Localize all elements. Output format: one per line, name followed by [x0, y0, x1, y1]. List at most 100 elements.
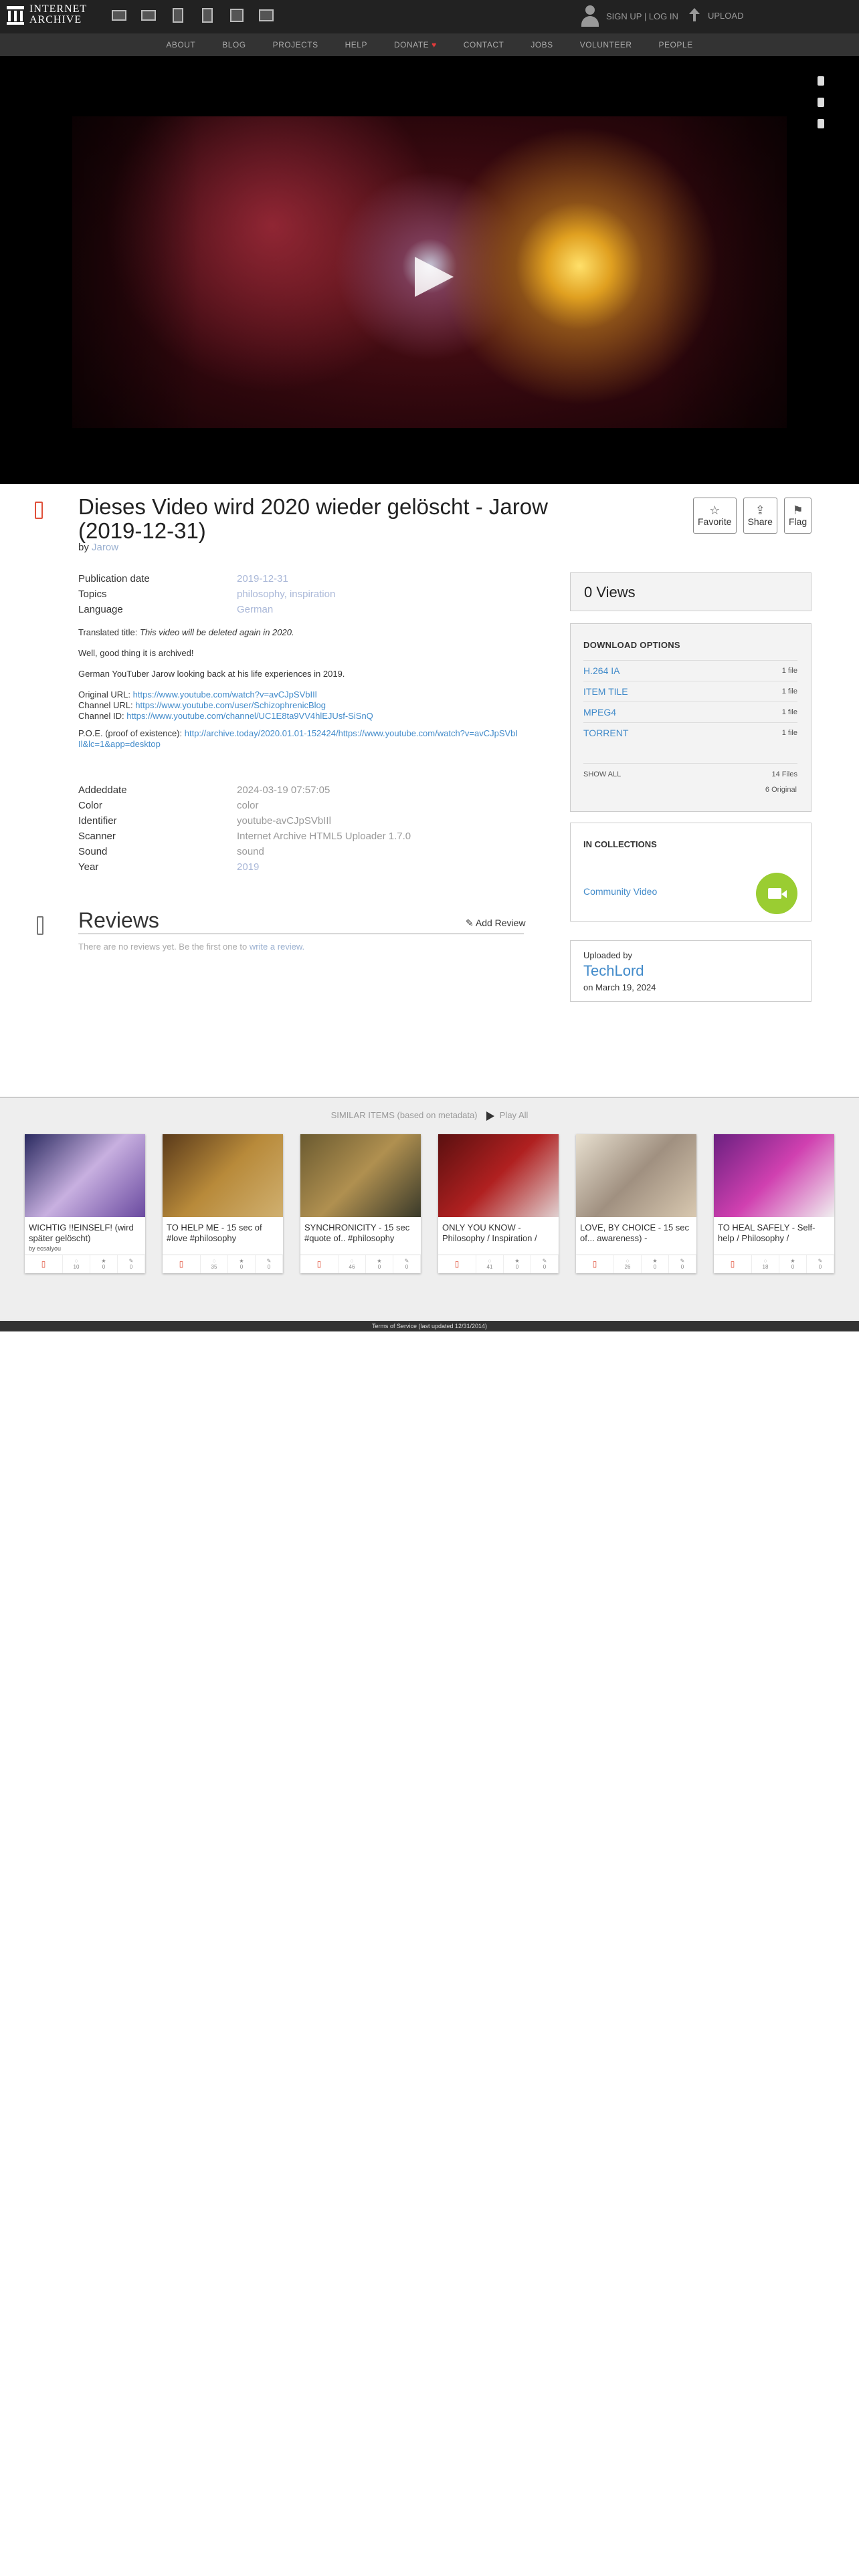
similar-item-tile[interactable]: TO HELP ME - 15 sec of #love #philosophy…: [163, 1134, 283, 1273]
views-stat: ◌ 35: [201, 1255, 228, 1273]
poe-label: P.O.E. (proof of existence):: [78, 728, 183, 738]
favorites-stat: ★ 0: [366, 1255, 393, 1273]
similar-item-tile[interactable]: SYNCHRONICITY - 15 sec #quote of.. #phil…: [300, 1134, 421, 1273]
images-icon[interactable]: [258, 7, 275, 24]
share-button[interactable]: ⇪ Share: [743, 498, 777, 534]
tile-title[interactable]: LOVE, BY CHOICE - 15 sec of... awareness…: [580, 1222, 692, 1245]
favorite-button[interactable]: ☆ Favorite: [693, 498, 737, 534]
embed-icon[interactable]: [818, 119, 824, 128]
similar-item-tile[interactable]: WICHTIG !!EINSELF! (wird später gelöscht…: [25, 1134, 145, 1273]
collections-panel: IN COLLECTIONS Community Video: [570, 823, 812, 922]
flag-button[interactable]: ⚑ Flag: [783, 498, 812, 534]
topics-links[interactable]: philosophy, inspiration: [237, 586, 335, 602]
tile-title[interactable]: SYNCHRONICITY - 15 sec #quote of.. #phil…: [304, 1222, 417, 1245]
description-line: German YouTuber Jarow looking back at hi…: [78, 669, 345, 679]
format-link[interactable]: TORRENT: [583, 728, 628, 738]
reviews-heading: Reviews: [78, 907, 524, 934]
nav-people[interactable]: PEOPLE: [659, 40, 693, 49]
archive-logo-icon: [7, 5, 24, 25]
favorites-stat: ★ 0: [90, 1255, 118, 1273]
tile-thumbnail[interactable]: [576, 1134, 696, 1217]
views-count: 0 Views: [584, 584, 636, 601]
write-review-link[interactable]: write a review.: [250, 942, 304, 952]
original-url-link[interactable]: https://www.youtube.com/watch?v=avCJpSVb…: [133, 689, 317, 700]
video-type-icon: ▯: [576, 1255, 614, 1273]
nav-donate[interactable]: DONATE ♥: [394, 40, 437, 49]
format-link[interactable]: ITEM TILE: [583, 686, 628, 697]
video-type-icon: ▯: [25, 1255, 63, 1273]
site-logo[interactable]: INTERNET ARCHIVE: [7, 4, 87, 25]
sign-in-label: SIGN UP | LOG IN: [606, 11, 678, 21]
uploader-link[interactable]: TechLord: [583, 962, 644, 980]
nav-about[interactable]: ABOUT: [166, 40, 195, 49]
play-all-link[interactable]: Play All: [500, 1110, 529, 1120]
play-icon[interactable]: [415, 257, 454, 297]
audio-icon[interactable]: [199, 7, 216, 24]
tile-creator: by ecsaIyou: [29, 1245, 62, 1252]
tile-stats: ▯ ◌ 41 ★ 0 ✎ 0: [438, 1255, 559, 1273]
video-player[interactable]: [72, 116, 787, 428]
meta-value: youtube-avCJpSVbIIl: [237, 815, 331, 827]
footer[interactable]: Terms of Service (last updated 12/31/201…: [0, 1321, 859, 1331]
web-icon[interactable]: [110, 7, 128, 24]
expand-icon[interactable]: [818, 76, 824, 86]
file-count: 1 file: [781, 708, 797, 716]
nav-help[interactable]: HELP: [345, 40, 367, 49]
theatre-tools: [818, 76, 824, 128]
sign-in-link[interactable]: SIGN UP | LOG IN: [579, 4, 678, 28]
translated-title: This video will be deleted again in 2020…: [140, 627, 294, 637]
uploader-panel: Uploaded by TechLord on March 19, 2024: [570, 940, 812, 1002]
add-review-button[interactable]: ✎ Add Review: [466, 918, 526, 929]
nav-volunteer[interactable]: VOLUNTEER: [580, 40, 632, 49]
video-camera-icon[interactable]: [756, 873, 797, 914]
views-stat: ◌ 10: [63, 1255, 90, 1273]
item-title: Dieses Video wird 2020 wieder gelöscht -…: [78, 494, 548, 543]
nav-blog[interactable]: BLOG: [222, 40, 246, 49]
year-link[interactable]: 2019: [237, 859, 259, 875]
language-link[interactable]: German: [237, 602, 273, 617]
download-row[interactable]: ITEM TILE 1 file: [583, 681, 797, 702]
file-count: 1 file: [781, 667, 797, 675]
nav-contact[interactable]: CONTACT: [464, 40, 504, 49]
similar-item-tile[interactable]: LOVE, BY CHOICE - 15 sec of... awareness…: [576, 1134, 696, 1273]
tile-thumbnail[interactable]: [438, 1134, 559, 1217]
meta-row: Year 2019: [78, 859, 411, 875]
play-all-icon[interactable]: [486, 1111, 495, 1121]
similar-item-tile[interactable]: ONLY YOU KNOW - Philosophy / Inspiration…: [438, 1134, 559, 1273]
tile-stats: ▯ ◌ 10 ★ 0 ✎ 0: [25, 1255, 145, 1273]
meta-row: Topics philosophy, inspiration: [78, 586, 335, 602]
software-icon[interactable]: [228, 7, 246, 24]
texts-icon[interactable]: [140, 7, 157, 24]
tile-thumbnail[interactable]: [25, 1134, 145, 1217]
tile-title[interactable]: ONLY YOU KNOW - Philosophy / Inspiration…: [442, 1222, 555, 1245]
publication-date-link[interactable]: 2019-12-31: [237, 571, 288, 586]
tile-thumbnail[interactable]: [300, 1134, 421, 1217]
download-row[interactable]: TORRENT 1 file: [583, 722, 797, 743]
channel-id-label: Channel ID:: [78, 711, 124, 721]
info-icon[interactable]: [818, 98, 824, 107]
show-all-link[interactable]: SHOW ALL: [583, 770, 621, 778]
nav-jobs[interactable]: JOBS: [531, 40, 553, 49]
meta-row: Language German: [78, 602, 335, 617]
original-url-label: Original URL:: [78, 689, 131, 700]
collection-link[interactable]: Community Video: [583, 886, 657, 897]
format-link[interactable]: MPEG4: [583, 707, 616, 718]
tile-title[interactable]: WICHTIG !!EINSELF! (wird später gelöscht…: [29, 1222, 141, 1245]
video-icon[interactable]: [169, 7, 187, 24]
channel-url-link[interactable]: https://www.youtube.com/user/Schizophren…: [135, 700, 326, 710]
tile-thumbnail[interactable]: [163, 1134, 283, 1217]
media-type-nav: [110, 7, 275, 24]
download-row[interactable]: MPEG4 1 file: [583, 702, 797, 722]
channel-id-link[interactable]: https://www.youtube.com/channel/UC1E8ta9…: [126, 711, 373, 721]
download-row[interactable]: H.264 IA 1 file: [583, 660, 797, 681]
upload-link[interactable]: UPLOAD: [688, 8, 743, 23]
tile-title[interactable]: TO HELP ME - 15 sec of #love #philosophy: [167, 1222, 279, 1245]
tile-title[interactable]: TO HEAL SAFELY - Self-help / Philosophy …: [718, 1222, 830, 1245]
meta-row: Color color: [78, 798, 411, 813]
similar-item-tile[interactable]: TO HEAL SAFELY - Self-help / Philosophy …: [714, 1134, 834, 1273]
item-type-icon: [35, 502, 43, 519]
format-link[interactable]: H.264 IA: [583, 665, 619, 676]
nav-projects[interactable]: PROJECTS: [273, 40, 318, 49]
tile-thumbnail[interactable]: [714, 1134, 834, 1217]
creator-link[interactable]: Jarow: [92, 542, 118, 553]
